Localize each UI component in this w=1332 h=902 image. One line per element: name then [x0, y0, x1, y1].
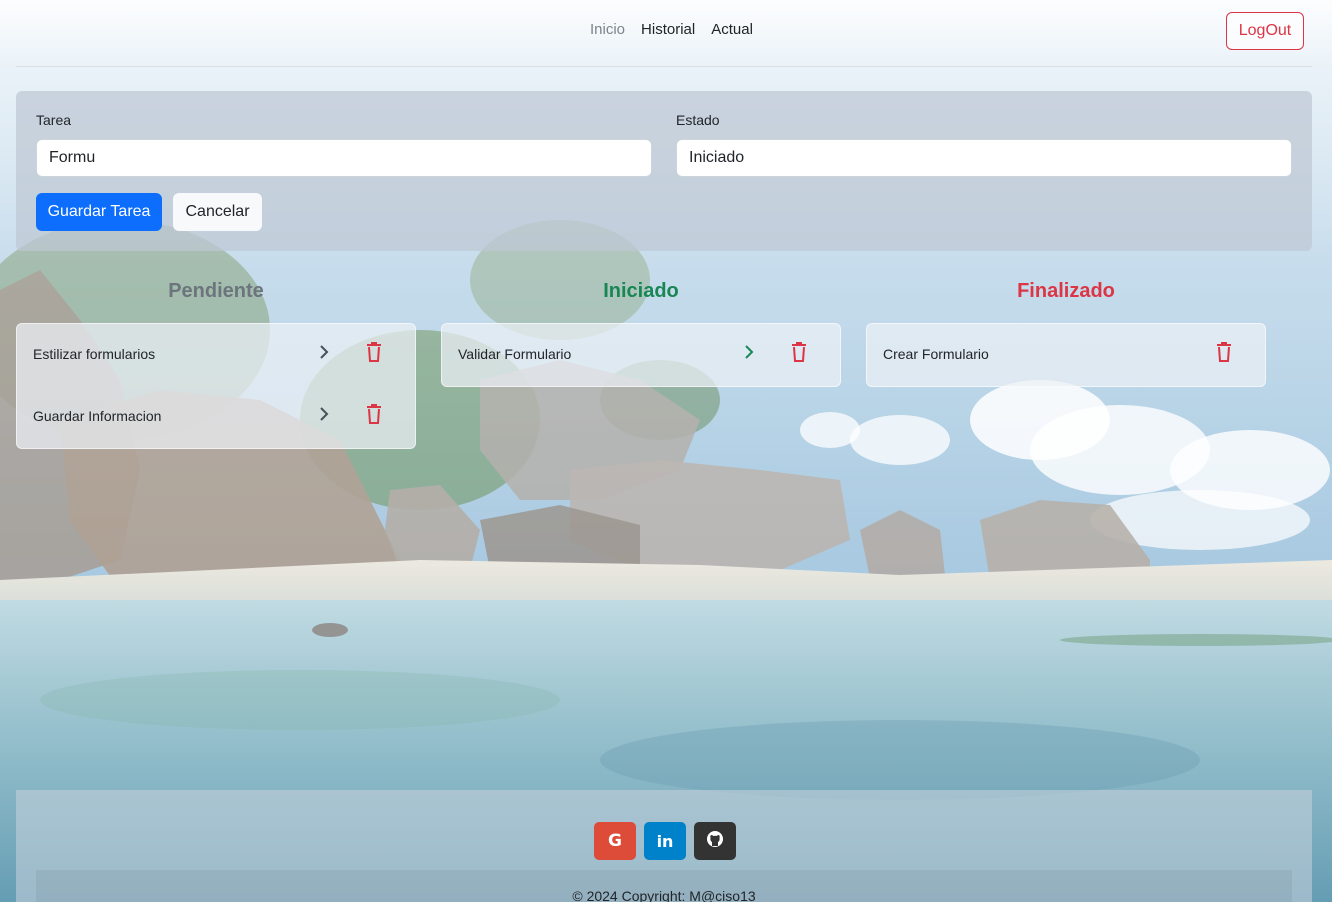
navbar: Inicio Historial Actual LogOut — [16, 0, 1312, 67]
chevron-right-icon[interactable] — [738, 341, 760, 363]
column-title-pendiente: Pendiente — [168, 280, 264, 302]
nav-links: Inicio Historial Actual — [590, 21, 753, 38]
trash-icon[interactable] — [788, 340, 810, 364]
column-title-finalizado: Finalizado — [1017, 280, 1115, 302]
nav-link-historial[interactable]: Historial — [641, 21, 695, 38]
github-icon — [706, 830, 724, 853]
task-form: Tarea Estado Guardar Tarea Cancelar — [16, 91, 1312, 251]
task-text: Estilizar formularios — [33, 346, 156, 362]
trash-icon[interactable] — [363, 402, 385, 426]
state-input[interactable] — [676, 139, 1292, 177]
task-text: Validar Formulario — [458, 346, 572, 362]
state-label: Estado — [676, 112, 720, 128]
cancel-button[interactable]: Cancelar — [173, 193, 262, 231]
logout-button[interactable]: LogOut — [1226, 12, 1304, 50]
task-item: Crear Formulario — [867, 324, 1265, 386]
column-title-iniciado: Iniciado — [603, 280, 679, 302]
google-button[interactable]: G — [594, 822, 636, 860]
task-input[interactable] — [36, 139, 652, 177]
save-task-button[interactable]: Guardar Tarea — [36, 193, 162, 231]
linkedin-button[interactable]: in — [644, 822, 686, 860]
nav-link-inicio[interactable]: Inicio — [590, 21, 625, 38]
task-label: Tarea — [36, 112, 72, 128]
task-list-iniciado: Validar Formulario — [441, 323, 841, 387]
chevron-right-icon[interactable] — [313, 403, 335, 425]
footer: G in © 2024 Copyright: M@ciso13 — [16, 790, 1312, 902]
task-item: Estilizar formularios — [17, 324, 415, 386]
linkedin-icon: in — [656, 831, 674, 851]
task-text: Guardar Informacion — [33, 408, 162, 424]
social-links: G in — [594, 822, 736, 860]
task-list-finalizado: Crear Formulario — [866, 323, 1266, 387]
task-list-pendiente: Estilizar formularios Guardar Informacio… — [16, 323, 416, 449]
github-button[interactable] — [694, 822, 736, 860]
copyright-bar: © 2024 Copyright: M@ciso13 — [36, 870, 1292, 902]
google-icon: G — [608, 831, 622, 851]
trash-icon[interactable] — [1213, 340, 1235, 364]
app-root: Inicio Historial Actual LogOut Tarea Est… — [0, 0, 1332, 902]
task-item: Validar Formulario — [442, 324, 840, 386]
task-item: Guardar Informacion — [17, 386, 415, 448]
trash-icon[interactable] — [363, 340, 385, 364]
nav-link-actual[interactable]: Actual — [711, 21, 753, 38]
task-text: Crear Formulario — [883, 346, 989, 362]
chevron-right-icon[interactable] — [313, 341, 335, 363]
copyright-text: © 2024 Copyright: M@ciso13 — [572, 888, 756, 902]
